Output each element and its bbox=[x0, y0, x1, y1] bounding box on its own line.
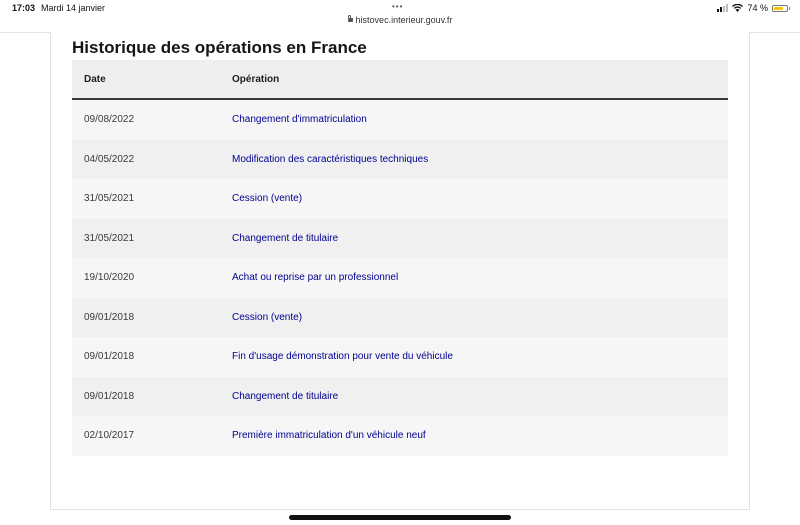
row-operation-link[interactable]: Cession (vente) bbox=[232, 193, 302, 204]
row-operation-link[interactable]: Changement de titulaire bbox=[232, 391, 338, 402]
table-row: 31/05/2021 Changement de titulaire bbox=[72, 218, 728, 258]
table-row: 09/01/2018 Changement de titulaire bbox=[72, 376, 728, 416]
address-bar[interactable]: histovec.interieur.gouv.fr bbox=[0, 15, 800, 25]
table-row: 19/10/2020 Achat ou reprise par un profes… bbox=[72, 258, 728, 298]
page-title: Historique des opérations en France bbox=[72, 38, 367, 57]
table-row: 09/08/2022 Changement d'immatriculation bbox=[72, 100, 728, 140]
row-date: 02/10/2017 bbox=[84, 430, 135, 442]
operations-table: Date Opération 09/08/2022 Changement d'im… bbox=[72, 60, 728, 456]
column-header-operation: Opération bbox=[232, 73, 280, 85]
row-date: 09/01/2018 bbox=[84, 311, 135, 323]
address-url: histovec.interieur.gouv.fr bbox=[355, 15, 453, 25]
battery-icon bbox=[772, 4, 790, 12]
status-date: Mardi 14 janvier bbox=[41, 3, 106, 13]
status-indicators: 74 % bbox=[717, 3, 790, 13]
row-operation-link[interactable]: Changement de titulaire bbox=[232, 233, 338, 244]
multitasking-dots-icon[interactable]: ••• bbox=[392, 2, 403, 11]
row-operation-link[interactable]: Changement d'immatriculation bbox=[232, 114, 367, 125]
row-date: 09/08/2022 bbox=[84, 114, 135, 126]
table-body: 09/08/2022 Changement d'immatriculation 04… bbox=[72, 100, 728, 456]
table-row: 04/05/2022 Modification des caractéristiq… bbox=[72, 139, 728, 179]
column-header-date: Date bbox=[84, 73, 106, 85]
row-operation-link[interactable]: Première immatriculation d'un véhicule n… bbox=[232, 430, 426, 441]
battery-fill bbox=[774, 6, 783, 10]
row-operation-link[interactable]: Achat ou reprise par un professionnel bbox=[232, 272, 398, 283]
table-header: Date Opération bbox=[72, 60, 728, 100]
home-indicator[interactable] bbox=[289, 515, 511, 520]
table-row: 09/01/2018 Cession (vente) bbox=[72, 297, 728, 337]
cellular-signal-icon bbox=[717, 4, 729, 12]
row-date: 31/05/2021 bbox=[84, 232, 135, 244]
battery-percent: 74 % bbox=[747, 3, 768, 13]
row-date: 31/05/2021 bbox=[84, 193, 135, 205]
table-row: 09/01/2018 Fin d'usage démonstration pour… bbox=[72, 337, 728, 377]
row-date: 19/10/2020 bbox=[84, 272, 135, 284]
row-operation-link[interactable]: Cession (vente) bbox=[232, 312, 302, 323]
status-bar: 17:03 Mardi 14 janvier ••• histovec.inte… bbox=[0, 0, 800, 33]
table-row: 31/05/2021 Cession (vente) bbox=[72, 179, 728, 219]
row-date: 09/01/2018 bbox=[84, 351, 135, 363]
row-operation-link[interactable]: Modification des caractéristiques techni… bbox=[232, 154, 428, 165]
table-row: 02/10/2017 Première immatriculation d'un … bbox=[72, 416, 728, 456]
row-operation-link[interactable]: Fin d'usage démonstration pour vente du … bbox=[232, 351, 453, 362]
row-date: 09/01/2018 bbox=[84, 390, 135, 402]
lock-icon bbox=[347, 15, 353, 22]
wifi-icon bbox=[732, 4, 744, 12]
row-date: 04/05/2022 bbox=[84, 153, 135, 165]
status-time: 17:03 bbox=[12, 3, 36, 13]
